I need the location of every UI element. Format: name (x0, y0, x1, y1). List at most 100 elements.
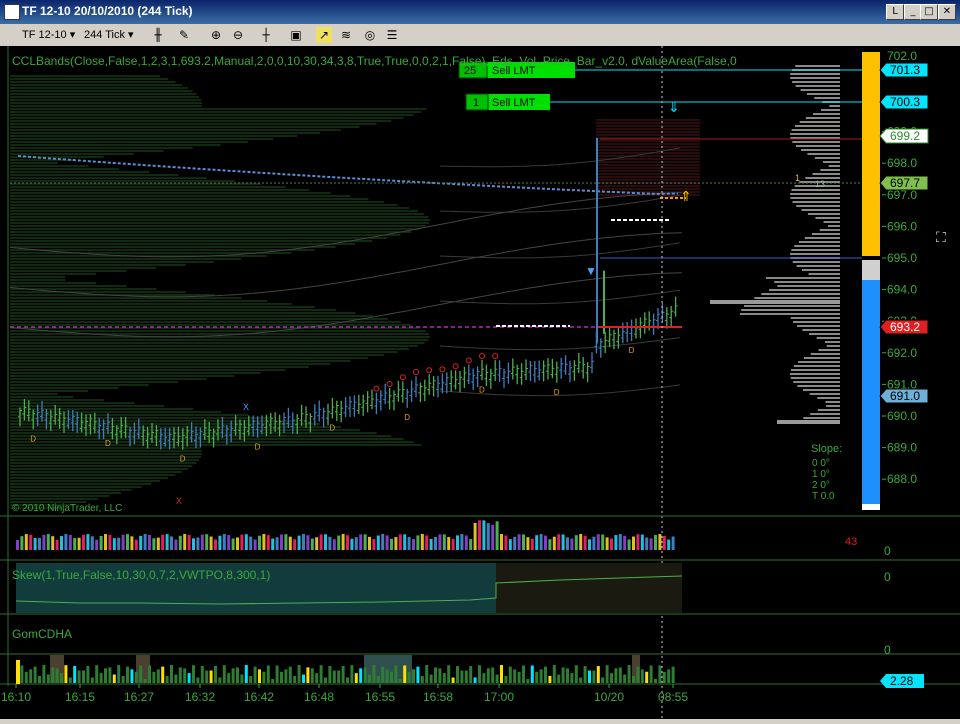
volume-bar (552, 536, 556, 550)
delta-bar (623, 674, 627, 683)
pencil-draw-icon[interactable]: ✎ (176, 27, 192, 43)
properties-icon[interactable]: ▣ (288, 27, 304, 43)
delta-bar (126, 666, 129, 683)
price-chart[interactable]: DDDDDDDDDXX 25 Sell LMT 1 Sell LMT ⇓ ⇑ ▼… (0, 46, 960, 719)
delta-bar (376, 676, 380, 683)
volume-bar (20, 536, 24, 550)
price-tag-last-text: 697.7 (890, 176, 920, 190)
volume-bar (200, 534, 204, 550)
price-tag-stop: 693.2 (879, 319, 929, 335)
volume-bar (390, 538, 393, 550)
interval-selector[interactable]: 244 Tick ▾ (84, 27, 134, 43)
interval-label: 244 Tick (84, 29, 125, 41)
volume-bar (337, 535, 341, 550)
indicators-icon[interactable]: ≋ (338, 27, 354, 43)
time-axis-label: 16:48 (304, 690, 334, 704)
delta-bar (297, 665, 301, 683)
delta-bar (117, 665, 121, 683)
delta-bar (658, 665, 662, 683)
delta-bar (636, 666, 640, 683)
delta-bar (121, 676, 125, 683)
volume-bar (143, 534, 147, 550)
delta-value-tag: 2.28 (880, 674, 924, 688)
reload-icon[interactable]: ◎ (362, 27, 378, 43)
delta-bar (482, 673, 486, 683)
instrument-selector[interactable]: TF 12-10 ▾ (22, 27, 75, 43)
instrument-label: TF 12-10 (22, 29, 67, 41)
delta-bar (412, 669, 415, 683)
volume-bar (139, 535, 143, 550)
volume-bar (165, 534, 169, 550)
volume-bar (258, 535, 261, 550)
zoom-in-icon[interactable]: ⊕ (208, 27, 224, 43)
volume-bar (152, 538, 156, 550)
volume-bar (77, 537, 81, 550)
delta-bar (143, 678, 147, 683)
close-button[interactable]: ✕ (938, 4, 956, 20)
delta-bar (508, 666, 512, 683)
delta-bar (112, 674, 116, 683)
volume-bar (275, 537, 279, 550)
zoom-out-icon[interactable]: ⊖ (230, 27, 246, 43)
marker-one: 1 (795, 173, 800, 183)
expand-icon[interactable]: ⛶ (936, 229, 946, 245)
volume-bar (522, 534, 525, 550)
crosshair-icon[interactable]: ┼ (258, 27, 274, 43)
indicator-caption: CCLBands(Close,False,1,2,3,1,693.2,Manua… (12, 54, 737, 68)
volume-bar (64, 534, 68, 550)
volume-bar (447, 537, 451, 550)
delta-bar (552, 665, 556, 683)
maximize-button[interactable]: □ (920, 4, 938, 20)
volume-bar (583, 535, 587, 550)
volume-bar (222, 534, 226, 550)
signal-d-label: D (180, 455, 186, 464)
volume-bar (662, 535, 666, 550)
price-axis-tick: 702.0 (887, 49, 917, 63)
volume-bar (262, 534, 266, 550)
volume-bar (130, 536, 134, 550)
delta-bar (165, 675, 169, 683)
price-chart-canvas[interactable]: DDDDDDD DDXX 25 Sell LMT 1 Sell LMT ⇓ ⇑ … (0, 46, 960, 719)
volume-bar (86, 534, 90, 550)
volume-bar (302, 534, 305, 550)
volume-bar (566, 537, 569, 550)
price-axis-tick: 689.0 (887, 441, 917, 455)
price-axis-tick: 696.0 (887, 219, 917, 233)
price-axis-tick: 690.0 (887, 409, 917, 423)
strategy-icon[interactable]: ↗ (316, 27, 332, 43)
delta-bar (332, 670, 336, 683)
delta-bar (645, 671, 649, 683)
volume-bar (16, 540, 19, 550)
delta-bar (302, 674, 305, 683)
volume-bar (574, 535, 578, 550)
order-tag-1[interactable]: 1 Sell LMT (465, 93, 550, 111)
gauge-gold-segment (862, 52, 880, 256)
data-box-icon[interactable]: ☰ (384, 27, 400, 43)
volume-bar (214, 539, 217, 550)
volume-bar (429, 538, 433, 550)
volume-bar (51, 536, 55, 550)
volume-bar (46, 534, 50, 550)
delta-bar (218, 677, 222, 683)
delta-bar (359, 668, 363, 683)
delta-bar (618, 667, 622, 683)
volume-bar (526, 537, 530, 550)
delta-bar (174, 674, 178, 683)
volume-bar (535, 535, 539, 550)
volume-bar (438, 534, 442, 550)
delta-bar (451, 677, 455, 683)
title-bar[interactable]: TF 12-10 20/10/2010 (244 Tick) L _ □ ✕ (0, 0, 960, 24)
delta-bar (583, 665, 587, 683)
delta-bar (354, 673, 358, 683)
volume-bar (359, 534, 363, 550)
volume-bar (68, 534, 72, 550)
delta-bar (539, 669, 543, 683)
volume-bar (412, 538, 415, 550)
link-button[interactable]: L (886, 4, 904, 20)
volume-bar (614, 535, 618, 550)
delta-bar (649, 665, 653, 683)
delta-bar (24, 671, 28, 683)
bar-type-icon[interactable]: ╫ (150, 27, 166, 43)
delta-bar (561, 667, 565, 683)
price-tag-order-25-text: 701.3 (890, 63, 920, 77)
